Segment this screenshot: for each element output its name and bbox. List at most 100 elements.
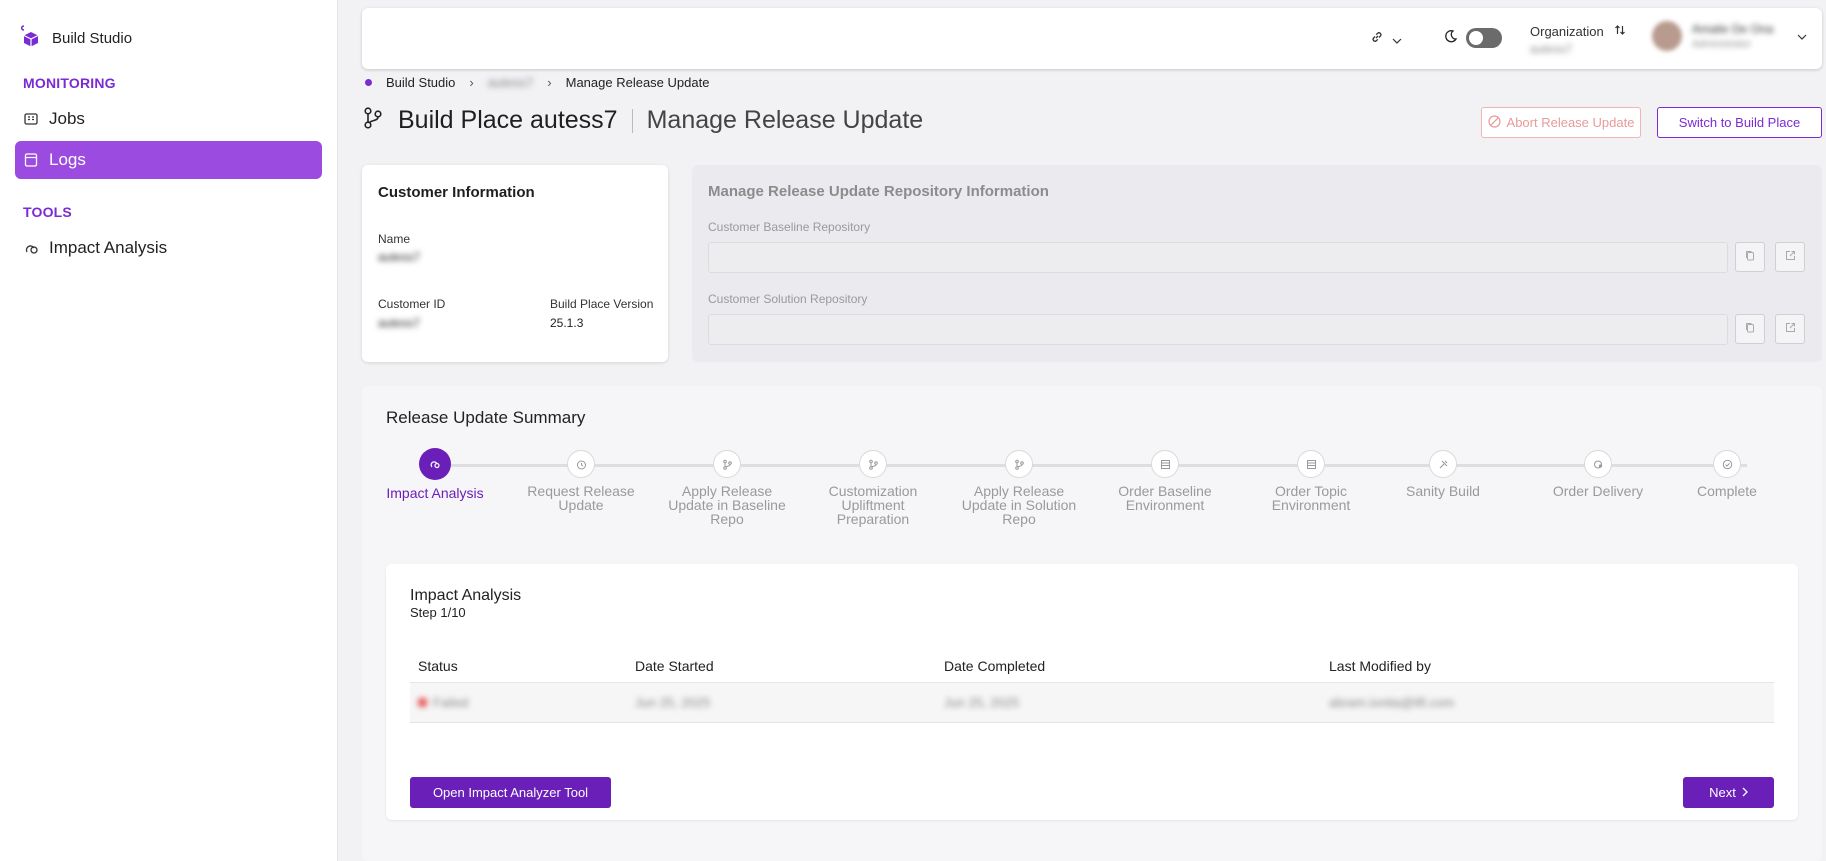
chevron-down-icon — [1797, 27, 1807, 45]
breadcrumb: Build Studio › autess7 › Manage Release … — [365, 75, 709, 90]
step-impact-analysis[interactable]: Impact Analysis — [370, 448, 500, 501]
git-branch-icon — [1005, 450, 1033, 478]
open-solution-button[interactable] — [1775, 314, 1805, 344]
date-completed-cell: Jun 25, 2025 — [944, 695, 1020, 710]
user-menu[interactable]: Amalie De Ona Administrator — [1652, 21, 1807, 51]
step-order-delivery[interactable]: Order Delivery — [1533, 450, 1663, 498]
copy-baseline-button[interactable] — [1735, 242, 1765, 272]
build-place-version-value: 25.1.3 — [550, 316, 584, 330]
build-studio-logo-icon — [18, 24, 40, 53]
page-title: Build Place autess7 — [398, 106, 618, 134]
impact-analysis-icon — [23, 240, 39, 256]
last-modified-cell: abram.ionita@lifi.com — [1329, 695, 1455, 710]
column-status: Status — [418, 657, 458, 674]
impact-analysis-card: Impact Analysis Step 1/10 Status Date St… — [386, 564, 1798, 820]
open-impact-analyzer-button[interactable]: Open Impact Analyzer Tool — [410, 777, 611, 808]
open-baseline-button[interactable] — [1775, 242, 1805, 272]
status-text: Failed — [433, 695, 469, 710]
repository-information-card: Manage Release Update Repository Informa… — [692, 165, 1822, 362]
swap-vertical-icon — [1614, 24, 1626, 39]
sidebar-item-label: Impact Analysis — [49, 238, 168, 257]
git-branch-icon — [713, 450, 741, 478]
chevron-down-icon — [1392, 31, 1402, 49]
step-apply-solution[interactable]: Apply Release Update in Solution Repo — [954, 450, 1084, 526]
page-header: Build Place autess7 Manage Release Updat… — [362, 106, 923, 135]
chevron-right-icon: › — [547, 75, 552, 90]
logs-icon — [23, 152, 39, 168]
chevron-right-icon: › — [469, 75, 474, 90]
organization-switcher[interactable]: Organization autess7 — [1530, 24, 1626, 56]
repository-card-title: Manage Release Update Repository Informa… — [708, 183, 1049, 200]
column-date-started: Date Started — [635, 657, 714, 674]
dark-mode-toggle[interactable] — [1466, 28, 1502, 48]
baseline-repo-field[interactable] — [708, 242, 1728, 273]
sidebar-item-logs[interactable]: Logs — [15, 141, 322, 179]
step-apply-baseline[interactable]: Apply Release Update in Baseline Repo — [662, 450, 792, 526]
table-header: Status Date Started Date Completed Last … — [410, 649, 1774, 683]
column-date-completed: Date Completed — [944, 657, 1046, 674]
brand[interactable]: Build Studio — [18, 24, 132, 53]
organization-value: autess7 — [1530, 42, 1573, 56]
step-request-release-update[interactable]: Request Release Update — [516, 450, 646, 512]
server-icon — [1297, 450, 1325, 478]
git-branch-icon — [362, 106, 384, 135]
title-divider — [631, 108, 633, 133]
name-value: autess7 — [378, 250, 421, 264]
step-label: Order Baseline Environment — [1118, 483, 1212, 513]
theme-switch[interactable] — [1444, 28, 1502, 48]
step-label: Apply Release Update in Baseline Repo — [668, 483, 786, 527]
summary-title: Release Update Summary — [386, 408, 586, 427]
release-update-summary: Release Update Summary Impact Analysis R… — [362, 386, 1822, 861]
date-started-cell: Jun 25, 2025 — [635, 695, 711, 710]
breadcrumb-current: Manage Release Update — [565, 75, 710, 90]
sidebar-item-jobs[interactable]: Jobs — [15, 100, 322, 138]
column-last-modified-by: Last Modified by — [1329, 657, 1431, 674]
organization-label: Organization — [1530, 24, 1604, 39]
abort-button-label: Abort Release Update — [1506, 115, 1635, 130]
breadcrumb-middle[interactable]: autess7 — [488, 75, 534, 90]
solution-repo-label: Customer Solution Repository — [708, 292, 868, 306]
jobs-icon — [23, 111, 39, 127]
step-customization-upliftment[interactable]: Customization Upliftment Preparation — [808, 450, 938, 526]
step-order-topic-environment[interactable]: Order Topic Environment — [1246, 450, 1376, 512]
step-complete[interactable]: Complete — [1662, 450, 1792, 498]
user-name: Amalie De Ona — [1692, 22, 1774, 36]
table-row[interactable]: Failed Jun 25, 2025 Jun 25, 2025 abram.i… — [410, 683, 1774, 723]
check-circle-icon — [1713, 450, 1741, 478]
delivery-icon — [1584, 450, 1612, 478]
step-label: Order Topic Environment — [1271, 483, 1351, 513]
step-label: Sanity Build — [1406, 483, 1480, 499]
customer-information-card: Customer Information Name autess7 Custom… — [362, 165, 668, 362]
next-button-label: Next — [1709, 785, 1736, 800]
git-branch-icon — [859, 450, 887, 478]
solution-repo-field[interactable] — [708, 314, 1728, 345]
breadcrumb-root[interactable]: Build Studio — [386, 75, 455, 90]
chevron-right-icon — [1742, 785, 1748, 800]
section-monitoring: MONITORING — [23, 75, 116, 91]
step-label: Impact Analysis — [386, 485, 484, 501]
step-label: Order Delivery — [1552, 483, 1644, 499]
abort-release-update-button[interactable]: Abort Release Update — [1481, 107, 1641, 138]
step-order-baseline-environment[interactable]: Order Baseline Environment — [1100, 450, 1230, 512]
error-status-icon — [418, 698, 427, 707]
customer-id-value: autess7 — [378, 316, 421, 330]
external-link-icon — [1785, 320, 1796, 338]
sidebar-item-label: Logs — [49, 150, 86, 169]
copy-solution-button[interactable] — [1735, 314, 1765, 344]
top-bar: Organization autess7 Amalie De Ona Admin… — [362, 8, 1822, 69]
step-label: Customization Upliftment Preparation — [828, 483, 918, 527]
step-sanity-build[interactable]: Sanity Build — [1378, 450, 1508, 498]
link-menu-button[interactable] — [1370, 30, 1402, 49]
sidebar: Build Studio MONITORING Jobs Logs TOOLS … — [0, 0, 338, 861]
sidebar-item-impact-analysis[interactable]: Impact Analysis — [15, 229, 322, 267]
next-button[interactable]: Next — [1683, 777, 1774, 808]
impact-analysis-title: Impact Analysis — [410, 587, 522, 604]
switch-to-build-place-button[interactable]: Switch to Build Place — [1657, 107, 1822, 138]
server-icon — [1151, 450, 1179, 478]
customer-card-title: Customer Information — [378, 184, 535, 201]
step-indicator: Step 1/10 — [410, 605, 466, 620]
moon-icon — [1444, 29, 1458, 48]
user-role: Administrator — [1692, 39, 1751, 50]
page-subtitle: Manage Release Update — [646, 106, 924, 134]
breadcrumb-dot — [365, 79, 372, 86]
